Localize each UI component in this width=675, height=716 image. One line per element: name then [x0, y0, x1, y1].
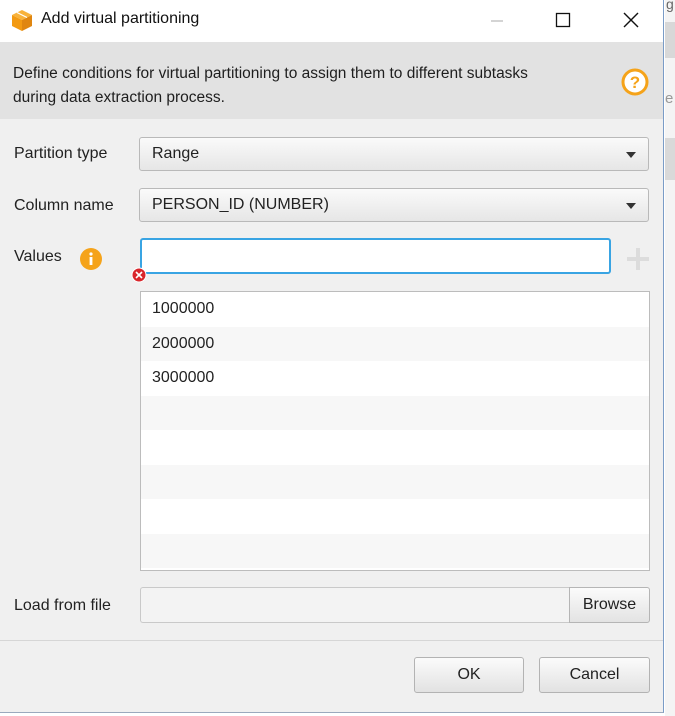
maximize-button[interactable]: [540, 0, 586, 40]
background-bar: [665, 22, 675, 58]
list-item[interactable]: 1000000: [141, 292, 649, 327]
info-icon[interactable]: [80, 248, 102, 270]
background-window-fragment: g e: [665, 0, 675, 716]
title-bar: Add virtual partitioning: [0, 0, 663, 42]
close-icon: [623, 12, 639, 28]
help-question-icon[interactable]: ?: [621, 68, 649, 96]
close-button[interactable]: [608, 0, 654, 40]
cancel-button[interactable]: Cancel: [539, 657, 650, 693]
load-from-file-label: Load from file: [14, 597, 111, 614]
list-item[interactable]: [141, 533, 649, 568]
error-icon: [131, 267, 147, 283]
list-item[interactable]: [141, 430, 649, 465]
dialog-window: Add virtual partitioning Define conditio…: [0, 0, 664, 713]
background-bar: [665, 138, 675, 180]
list-item[interactable]: [141, 464, 649, 499]
column-name-label: Column name: [14, 197, 114, 214]
partition-type-value: Range: [152, 145, 200, 162]
minimize-icon: [491, 20, 503, 22]
chevron-down-icon: [626, 203, 636, 209]
header-description: Define conditions for virtual partitioni…: [13, 65, 528, 106]
column-name-select[interactable]: PERSON_ID (NUMBER): [139, 188, 649, 222]
column-name-value: PERSON_ID (NUMBER): [152, 196, 329, 213]
dialog-header: Define conditions for virtual partitioni…: [0, 42, 663, 119]
list-item[interactable]: [141, 395, 649, 430]
file-path-field[interactable]: [140, 587, 570, 623]
partition-type-label: Partition type: [14, 145, 108, 162]
list-item[interactable]: 2000000: [141, 326, 649, 361]
ok-button[interactable]: OK: [414, 657, 524, 693]
values-list[interactable]: 1000000 2000000 3000000: [140, 291, 650, 571]
browse-button[interactable]: Browse: [569, 587, 650, 623]
minimize-button[interactable]: [474, 0, 520, 40]
partition-type-select[interactable]: Range: [139, 137, 649, 171]
svg-text:?: ?: [630, 73, 640, 92]
list-item[interactable]: 3000000: [141, 361, 649, 396]
background-text: g: [666, 0, 674, 12]
plus-icon[interactable]: [625, 246, 651, 272]
list-item[interactable]: [141, 499, 649, 534]
footer-divider: [0, 640, 663, 641]
aws-box-icon: [12, 10, 32, 31]
background-text: e: [665, 90, 674, 107]
window-title: Add virtual partitioning: [41, 10, 200, 27]
values-label: Values: [14, 248, 62, 265]
chevron-down-icon: [626, 152, 636, 158]
maximize-icon: [555, 12, 571, 28]
values-input[interactable]: [140, 238, 611, 274]
